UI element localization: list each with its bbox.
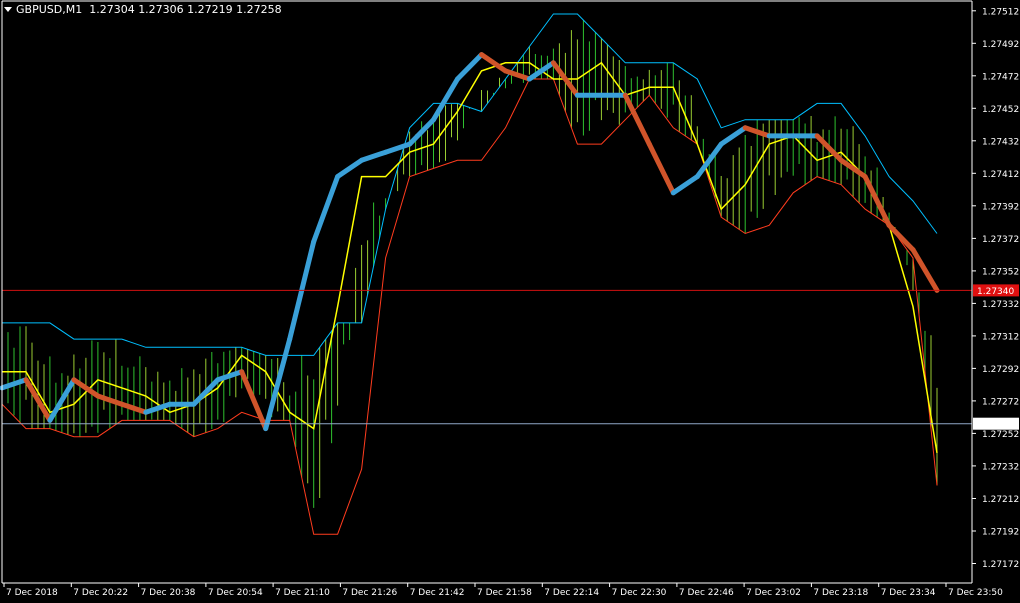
moving-averages — [0, 52, 940, 454]
smooth-ma-segment — [455, 52, 484, 82]
smooth-ma-segment — [383, 141, 413, 155]
y-tick-label: 1.27172 — [982, 560, 1019, 570]
price-chart[interactable]: 1.273401.27258 1.275121.274921.274721.27… — [0, 0, 1020, 603]
x-tick-label: 7 Dec 2018 — [6, 588, 58, 598]
smooth-ma-segment — [718, 125, 748, 147]
y-tick-label: 1.27452 — [982, 105, 1019, 115]
x-tick-label: 7 Dec 21:42 — [410, 588, 465, 598]
y-tick-label: 1.27412 — [982, 170, 1019, 180]
smooth-ma-segment — [335, 157, 365, 180]
y-tick-label: 1.27212 — [982, 495, 1019, 505]
y-tick-label: 1.27512 — [982, 7, 1019, 17]
y-tick-label: 1.27332 — [982, 300, 1019, 310]
y-tick-label: 1.27272 — [982, 397, 1019, 407]
y-tick-label: 1.27232 — [982, 462, 1019, 472]
x-tick-label: 7 Dec 22:14 — [544, 588, 599, 598]
smooth-ma-segment — [359, 149, 389, 163]
y-tick-label: 1.27432 — [982, 137, 1019, 147]
ask-label: 1.27340 — [977, 287, 1014, 297]
y-tick-label: 1.27472 — [982, 72, 1019, 82]
fast-ma-line — [2, 61, 938, 454]
ohlc-label: 1.27304 1.27306 1.27219 1.27258 — [89, 3, 282, 16]
y-tick-label: 1.27352 — [982, 267, 1019, 277]
x-tick-label: 7 Dec 22:30 — [612, 588, 667, 598]
smooth-ma-segment — [670, 174, 700, 196]
axes: 1.27512 1.27492 1.27472 1.27452 1.27432 1.274… — [1, 0, 1019, 598]
y-tick-label: 1.27492 — [982, 40, 1019, 50]
lower-band-line — [1, 78, 938, 535]
y-tick-label: 1.27372 — [982, 235, 1019, 245]
x-tick-label: 7 Dec 23:02 — [746, 588, 801, 598]
candle-bars — [1, 20, 938, 508]
symbol-label: GBPUSD,M1 — [16, 3, 83, 16]
x-tick-label: 7 Dec 20:38 — [141, 588, 196, 598]
y-tick-label: 1.27392 — [982, 202, 1019, 212]
smooth-ma-segment — [910, 247, 940, 293]
smooth-ma-segment — [646, 141, 676, 196]
x-tick-label: 7 Dec 21:58 — [477, 588, 532, 598]
y-tick-label: 1.27312 — [982, 332, 1019, 342]
bid-label: 1.27258 — [977, 420, 1014, 430]
smooth-ma-segment — [263, 336, 293, 432]
chart-header: GBPUSD,M1 1.27304 1.27306 1.27219 1.2725… — [4, 3, 282, 16]
x-tick-label: 7 Dec 23:50 — [948, 588, 1003, 598]
dropdown-triangle-icon[interactable] — [4, 7, 12, 12]
x-tick-label: 7 Dec 20:54 — [208, 588, 263, 598]
x-tick-label: 7 Dec 23:18 — [813, 588, 868, 598]
y-tick-label: 1.27252 — [982, 430, 1019, 440]
x-tick-label: 7 Dec 21:10 — [275, 588, 330, 598]
x-tick-label: 7 Dec 23:34 — [881, 588, 936, 598]
x-tick-label: 7 Dec 22:46 — [679, 588, 734, 598]
y-tick-label: 1.27192 — [982, 528, 1019, 538]
x-tick-label: 7 Dec 21:26 — [342, 588, 397, 598]
x-tick-label: 7 Dec 20:22 — [73, 588, 128, 598]
y-tick-label: 1.27292 — [982, 365, 1019, 375]
smooth-ma-segment — [311, 174, 341, 245]
smooth-ma-segment — [479, 52, 508, 74]
